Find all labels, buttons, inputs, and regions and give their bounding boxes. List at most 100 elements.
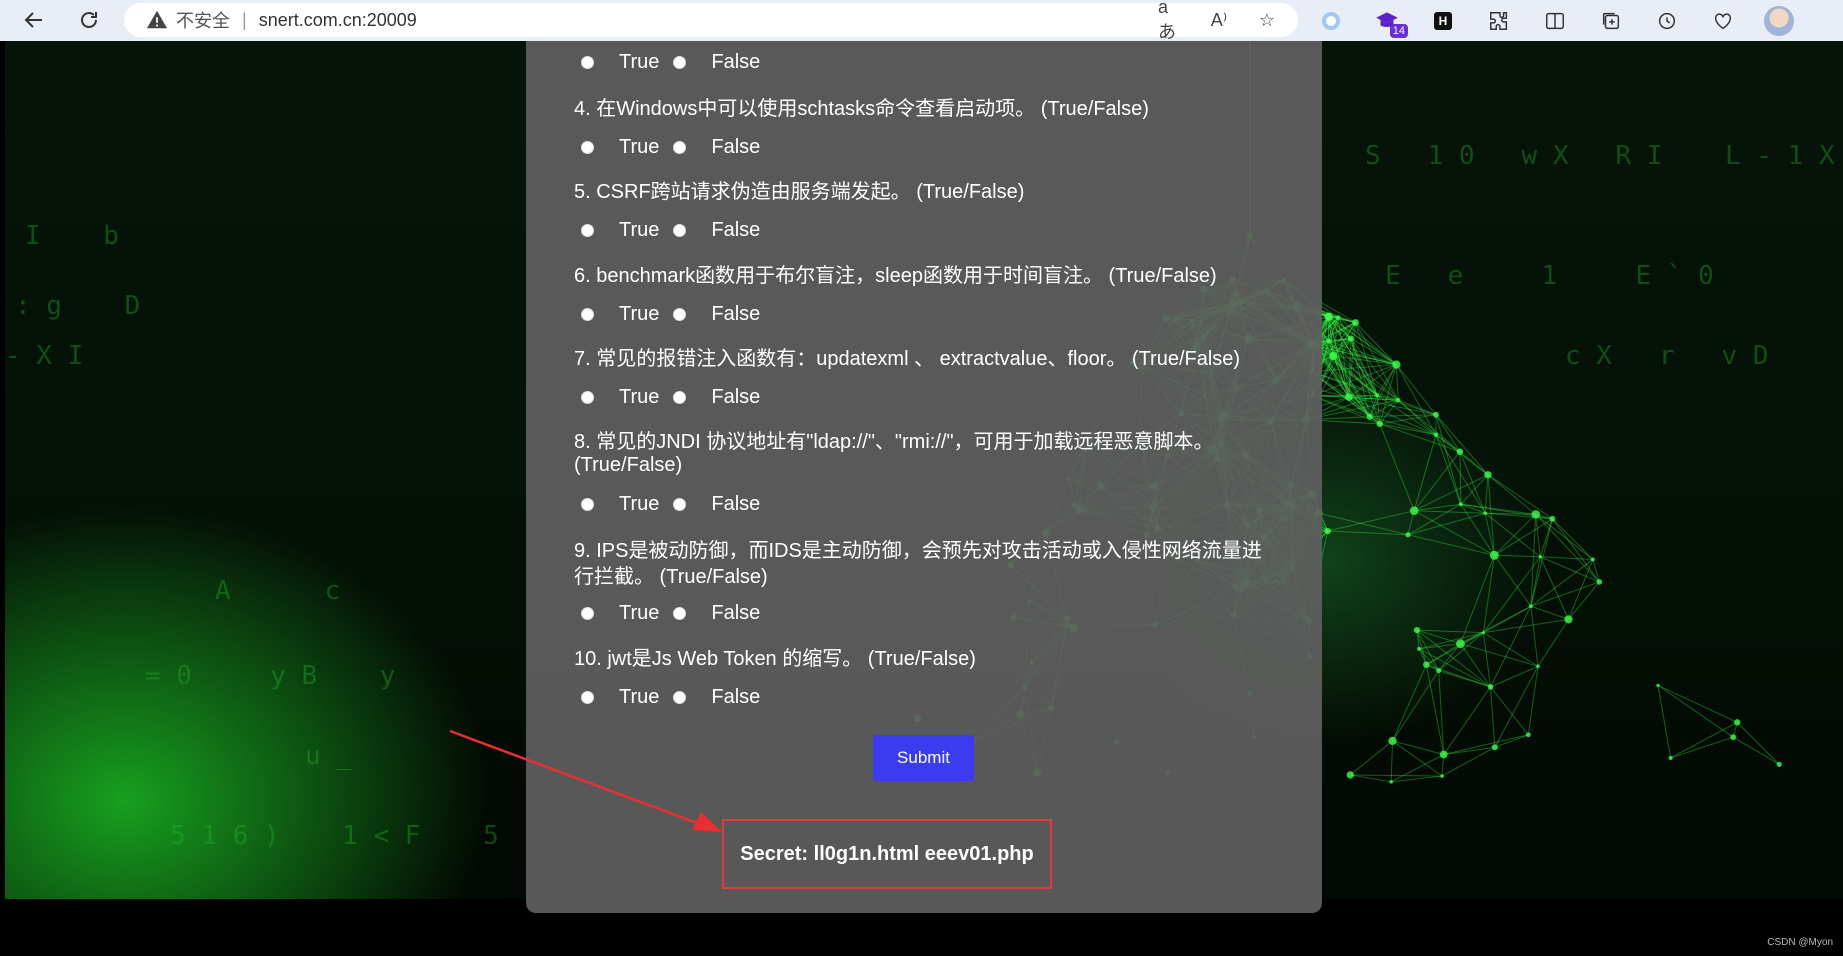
network-edge [1487, 474, 1495, 556]
network-edge [1395, 364, 1399, 401]
network-node [1525, 732, 1531, 738]
profile-avatar[interactable] [1764, 5, 1794, 36]
question-9: 9. IPS是被动防御，而IDS是主动防御，会预先对攻击活动或入侵性网络流量进行… [574, 540, 1262, 588]
network-edge [1459, 451, 1462, 505]
extensions-puzzle-icon[interactable] [1484, 6, 1514, 36]
answer-row-q7: True False [581, 385, 774, 409]
label-true: True [619, 685, 660, 708]
network-node [1487, 684, 1494, 690]
network-node [1481, 631, 1485, 635]
network-node [1491, 744, 1498, 751]
copilot-icon[interactable] [1316, 6, 1346, 36]
network-edge [1392, 740, 1444, 756]
network-node [1388, 736, 1397, 746]
network-edge [1535, 514, 1541, 557]
radio-true-q10[interactable] [581, 690, 594, 704]
network-node [1347, 335, 1354, 342]
reload-button[interactable] [69, 3, 109, 37]
radio-false-q10[interactable] [673, 690, 687, 704]
network-node [1352, 319, 1359, 326]
address-bar[interactable]: 不安全 | snert.com.cn:20009 aあ A⁾ ☆ [124, 0, 1298, 42]
radio-false-q4[interactable] [673, 140, 687, 154]
label-false: False [711, 685, 761, 708]
secret-text: Secret: ll0g1n.html eeev01.php [740, 842, 1034, 865]
network-node [1346, 771, 1354, 779]
network-edge [1413, 434, 1437, 511]
network-edge [1407, 534, 1495, 556]
network-edge [1350, 774, 1443, 777]
network-node [1656, 683, 1660, 688]
radio-false-q9[interactable] [673, 606, 687, 620]
answer-row-q5: True False [581, 218, 774, 242]
radio-true-q3[interactable] [581, 55, 594, 69]
network-edge [1416, 629, 1484, 634]
network-node [1730, 734, 1737, 741]
network-node [1439, 750, 1448, 759]
favorite-star-icon[interactable]: ☆ [1254, 7, 1280, 33]
network-node [1396, 397, 1401, 403]
collections-icon[interactable] [1596, 6, 1626, 36]
network-node [1668, 755, 1673, 761]
radio-true-q7[interactable] [581, 390, 594, 404]
back-button[interactable] [14, 3, 54, 37]
network-edge [1392, 670, 1440, 742]
quiz-panel: True False 4. 在Windows中可以使用schtasks命令查看启… [526, 41, 1322, 913]
label-true: True [619, 135, 660, 158]
h-extension-icon[interactable]: H [1428, 6, 1458, 36]
read-aloud-icon[interactable]: A⁾ [1206, 7, 1232, 33]
label-false: False [711, 385, 761, 408]
radio-true-q5[interactable] [581, 223, 594, 237]
label-true: True [619, 492, 660, 515]
health-heart-icon[interactable] [1708, 6, 1738, 36]
network-edge [1657, 684, 1738, 723]
network-edge [1435, 434, 1489, 476]
radio-true-q4[interactable] [581, 140, 594, 154]
extension-badge: 14 [1389, 23, 1408, 38]
radio-true-q6[interactable] [581, 307, 594, 321]
network-edge [1377, 395, 1437, 416]
network-node [1376, 420, 1383, 428]
answer-row-q8: True False [581, 492, 774, 516]
address-divider: | [242, 9, 247, 30]
network-edge [1327, 510, 1415, 532]
answer-row-q10: True False [581, 685, 774, 709]
network-edge [1395, 364, 1437, 436]
translate-icon[interactable]: aあ [1158, 0, 1184, 42]
network-node [1335, 315, 1341, 320]
network-edge [1530, 605, 1569, 620]
radio-false-q6[interactable] [673, 307, 687, 321]
history-icon[interactable] [1652, 6, 1682, 36]
radio-true-q8[interactable] [581, 497, 594, 511]
label-true: True [619, 218, 660, 241]
network-node [1324, 527, 1331, 535]
radio-false-q5[interactable] [673, 223, 687, 237]
network-edge [1397, 399, 1461, 453]
network-edge [1670, 721, 1738, 759]
network-edge [1426, 664, 1491, 688]
question-7: 7. 常见的报错注入函数有：updatexml 、 extractvalue、f… [574, 348, 1241, 370]
answer-row-q3: True False [581, 50, 774, 74]
radio-false-q8[interactable] [673, 497, 687, 511]
label-false: False [711, 601, 761, 624]
label-true: True [619, 50, 660, 73]
network-edge [1460, 605, 1532, 645]
label-false: False [711, 218, 761, 241]
submit-button[interactable]: Submit [873, 735, 974, 781]
network-edge [1413, 510, 1495, 556]
network-edge [1435, 414, 1462, 505]
network-edge [1527, 666, 1539, 735]
question-8: 8. 常见的JNDI 协议地址有"ldap://"、"rmi://"，可用于加载… [574, 431, 1214, 476]
network-edge [1435, 414, 1489, 476]
label-true: True [619, 302, 660, 325]
network-node [1456, 448, 1464, 455]
network-node [1549, 515, 1556, 522]
extension-graduation-icon[interactable]: 14 [1372, 6, 1408, 38]
split-screen-icon[interactable] [1540, 6, 1570, 36]
secret-result-box: Secret: ll0g1n.html eeev01.php [722, 819, 1052, 889]
network-edge [1490, 665, 1539, 688]
network-edge [1493, 555, 1532, 607]
radio-false-q3[interactable] [673, 55, 687, 69]
network-edge [1530, 606, 1539, 667]
radio-false-q7[interactable] [673, 390, 687, 404]
radio-true-q9[interactable] [581, 606, 594, 620]
